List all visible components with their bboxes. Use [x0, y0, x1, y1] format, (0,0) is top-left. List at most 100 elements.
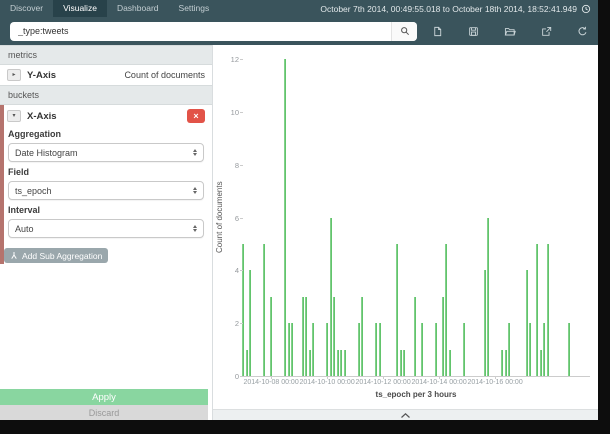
interval-select[interactable]: Auto — [8, 219, 204, 238]
histogram-bar[interactable] — [508, 323, 510, 376]
visualization-sidebar: metrics ▸ Y-Axis Count of documents buck… — [0, 45, 213, 420]
aggregation-select[interactable]: Date Histogram — [8, 143, 204, 162]
histogram-bar[interactable] — [501, 350, 503, 376]
histogram-bar[interactable] — [330, 218, 332, 377]
clock-icon[interactable] — [581, 4, 591, 14]
select-arrows-icon — [193, 149, 197, 157]
histogram-bar[interactable] — [449, 350, 451, 376]
tab-visualize[interactable]: Visualize — [53, 0, 107, 17]
y-tick-label: 2 — [235, 319, 239, 328]
tab-discover[interactable]: Discover — [0, 0, 53, 17]
tab-dashboard[interactable]: Dashboard — [107, 0, 169, 17]
y-tick-label: 10 — [231, 108, 239, 117]
histogram-bar[interactable] — [400, 350, 402, 376]
search-box — [10, 22, 417, 41]
histogram-bar[interactable] — [445, 244, 447, 376]
histogram-bar[interactable] — [333, 297, 335, 376]
remove-x-axis-button[interactable]: × — [187, 109, 205, 123]
y-tick-label: 8 — [235, 161, 239, 170]
histogram-bar[interactable] — [361, 297, 363, 376]
histogram-bar[interactable] — [529, 323, 531, 376]
search-button[interactable] — [391, 22, 417, 41]
x-tick-label: 2014-10-16 00:00 — [440, 379, 550, 386]
x-axis-bucket-editor: ▾ X-Axis × Aggregation Date Histogram Fi… — [0, 105, 212, 264]
top-navbar: DiscoverVisualizeDashboardSettings Octob… — [0, 0, 598, 17]
field-value: ts_epoch — [15, 186, 52, 196]
histogram-bar[interactable] — [396, 244, 398, 376]
y-tick-label: 12 — [231, 55, 239, 64]
histogram-bar[interactable] — [263, 244, 265, 376]
histogram-bar[interactable] — [547, 244, 549, 376]
histogram-bar[interactable] — [337, 350, 339, 376]
y-tick-mark — [240, 270, 244, 271]
tab-settings[interactable]: Settings — [169, 0, 220, 17]
y-axis-expand-button[interactable]: ▸ — [7, 69, 21, 81]
x-axis-collapse-button[interactable]: ▾ — [7, 110, 21, 122]
y-axis-label: Y-Axis — [27, 70, 56, 81]
histogram-bar[interactable] — [526, 270, 528, 376]
field-group: Field ts_epoch — [0, 162, 212, 200]
interval-label: Interval — [8, 205, 204, 215]
refresh-icon[interactable] — [577, 26, 588, 37]
histogram-bar[interactable] — [246, 350, 248, 376]
y-axis-value: Count of documents — [124, 70, 205, 80]
time-range[interactable]: October 7th 2014, 00:49:55.018 to Octobe… — [320, 0, 598, 17]
spy-panel-toggle[interactable] — [213, 409, 598, 420]
histogram-bar[interactable] — [375, 323, 377, 376]
y-tick-label: 4 — [235, 266, 239, 275]
histogram-bar[interactable] — [568, 323, 570, 376]
buckets-section-header: buckets — [0, 85, 212, 105]
discard-button[interactable]: Discard — [0, 405, 208, 420]
histogram-bar[interactable] — [312, 323, 314, 376]
histogram-bar[interactable] — [414, 297, 416, 376]
histogram-bar[interactable] — [358, 323, 360, 376]
histogram-bar[interactable] — [309, 350, 311, 376]
y-axis-row[interactable]: ▸ Y-Axis Count of documents — [0, 65, 212, 85]
y-tick-mark — [240, 59, 244, 60]
open-icon[interactable] — [504, 26, 516, 37]
histogram-bar[interactable] — [403, 350, 405, 376]
histogram-bar[interactable] — [487, 218, 489, 377]
histogram-bar[interactable] — [242, 244, 244, 376]
save-icon[interactable] — [468, 26, 479, 37]
select-arrows-icon — [193, 187, 197, 195]
histogram-bar[interactable] — [270, 297, 272, 376]
histogram-bar[interactable] — [305, 297, 307, 376]
x-axis-label: X-Axis — [27, 111, 57, 122]
search-input[interactable] — [10, 22, 391, 41]
select-arrows-icon — [193, 225, 197, 233]
field-select[interactable]: ts_epoch — [8, 181, 204, 200]
new-document-icon[interactable] — [432, 26, 443, 37]
export-icon[interactable] — [541, 26, 552, 37]
histogram-bar[interactable] — [484, 270, 486, 376]
fork-icon — [10, 251, 18, 260]
histogram-bar[interactable] — [249, 270, 251, 376]
histogram-bar[interactable] — [543, 323, 545, 376]
histogram-bar[interactable] — [302, 297, 304, 376]
histogram-bar[interactable] — [284, 59, 286, 376]
histogram-bar[interactable] — [326, 323, 328, 376]
histogram-bar[interactable] — [505, 350, 507, 376]
histogram-bar[interactable] — [421, 323, 423, 376]
search-row — [0, 17, 598, 45]
y-tick-mark — [240, 112, 244, 113]
bucket-accent-strip — [0, 105, 4, 264]
metrics-section-header: metrics — [0, 45, 212, 65]
histogram-bar[interactable] — [540, 350, 542, 376]
plot-area — [242, 59, 590, 376]
histogram-bar[interactable] — [288, 323, 290, 376]
histogram-bar[interactable] — [379, 323, 381, 376]
histogram-bar[interactable] — [435, 323, 437, 376]
y-tick-mark — [240, 323, 244, 324]
add-sub-aggregation-button[interactable]: Add Sub Aggregation — [4, 248, 108, 263]
histogram-bar[interactable] — [463, 323, 465, 376]
histogram-bar[interactable] — [340, 350, 342, 376]
x-axis-line — [242, 376, 590, 377]
histogram-bar[interactable] — [344, 350, 346, 376]
apply-button[interactable]: Apply — [0, 389, 208, 405]
histogram-bar[interactable] — [291, 323, 293, 376]
aggregation-label: Aggregation — [8, 129, 204, 139]
x-tick-mark — [439, 376, 440, 379]
histogram-bar[interactable] — [536, 244, 538, 376]
histogram-bar[interactable] — [442, 297, 444, 376]
